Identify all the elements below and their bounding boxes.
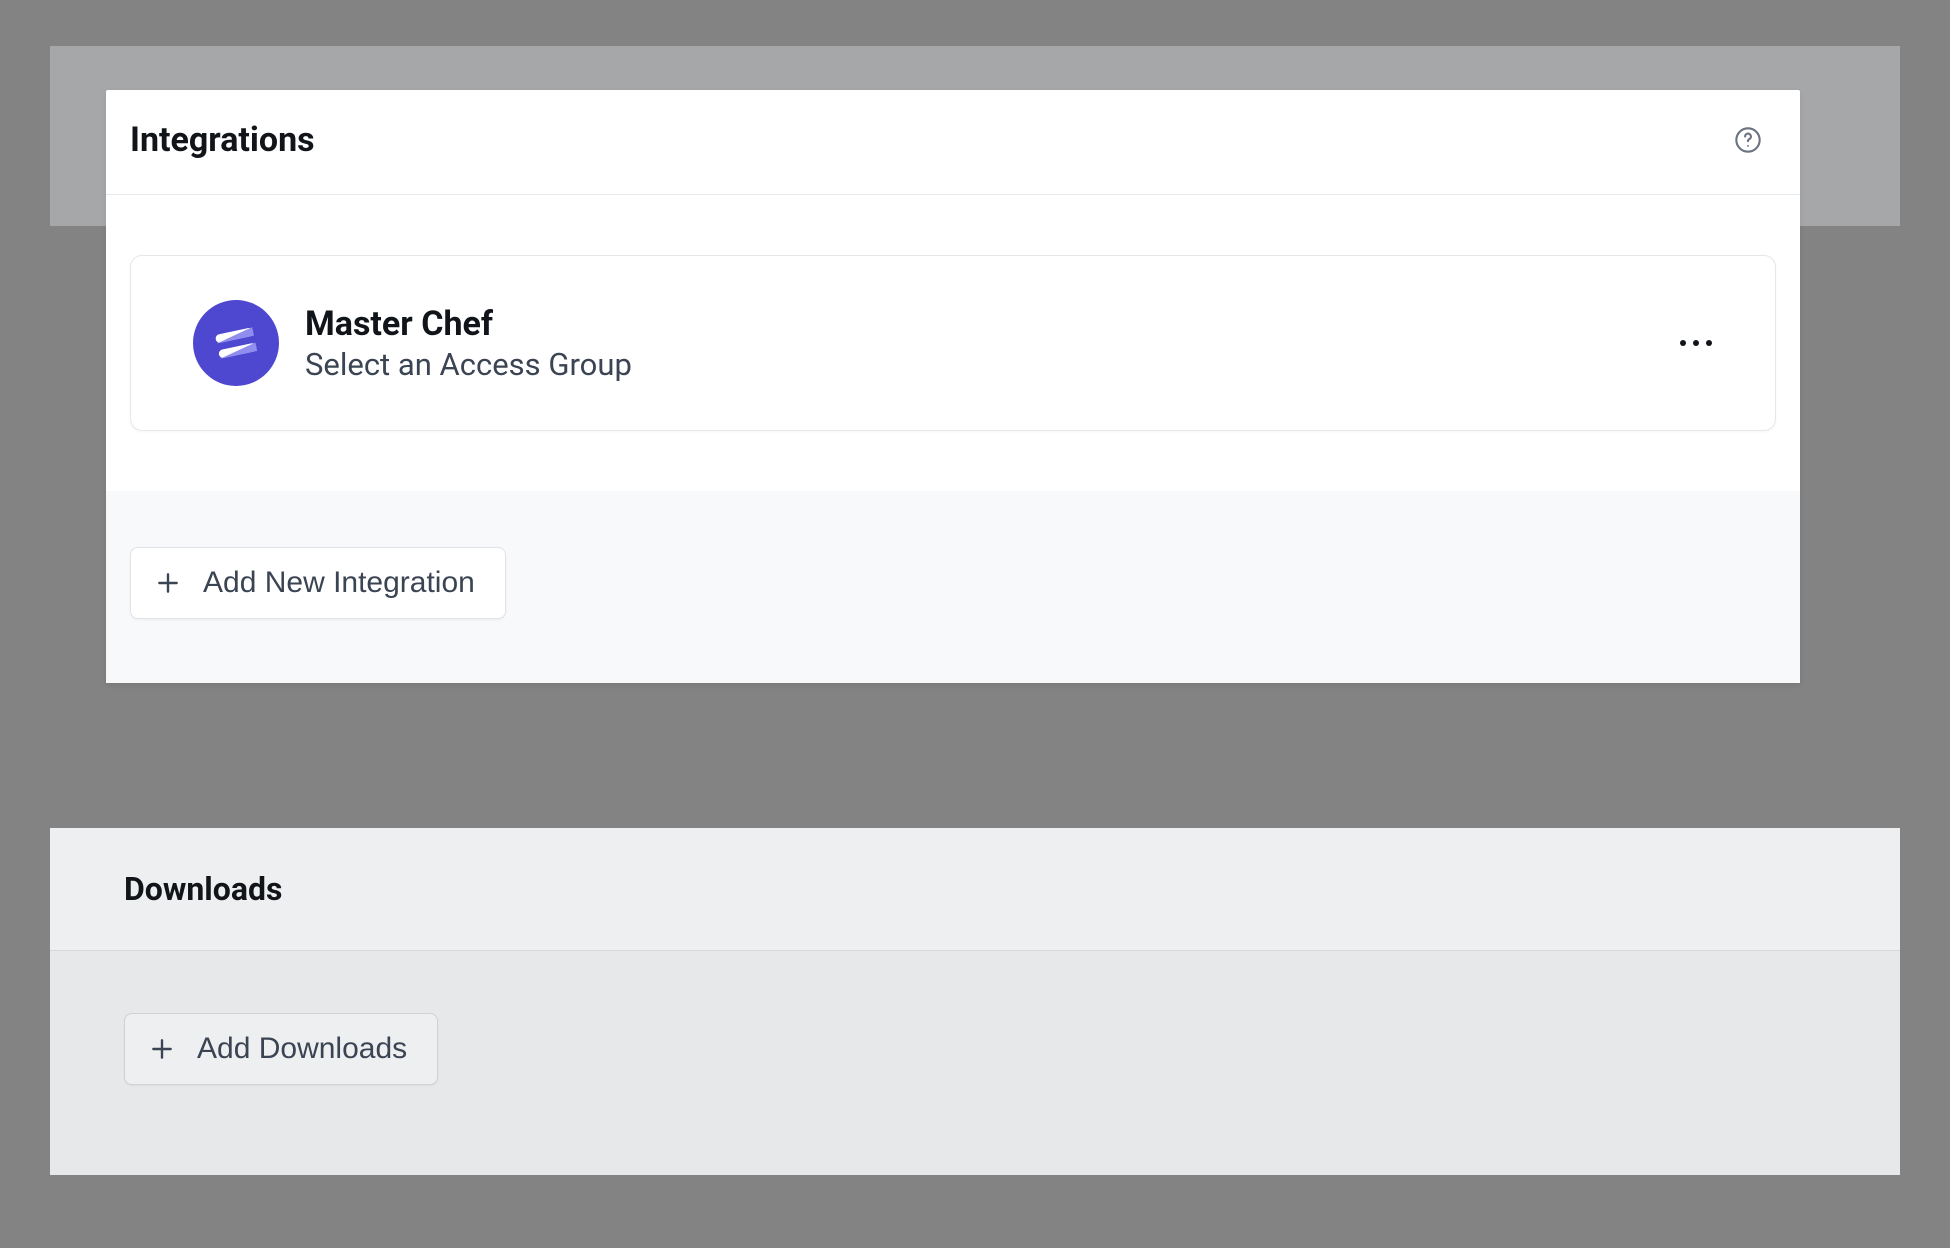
integration-subtitle: Select an Access Group: [305, 346, 632, 383]
downloads-title: Downloads: [124, 870, 1826, 908]
add-downloads-label: Add Downloads: [197, 1032, 407, 1066]
integration-text: Master Chef Select an Access Group: [305, 304, 632, 383]
integrations-body: Master Chef Select an Access Group: [106, 195, 1800, 491]
more-horizontal-icon: [1679, 338, 1713, 348]
plus-icon: [149, 1036, 175, 1062]
downloads-header: Downloads: [50, 828, 1900, 951]
integration-name: Master Chef: [305, 304, 632, 344]
integrations-title: Integrations: [130, 120, 315, 160]
integration-card[interactable]: Master Chef Select an Access Group: [130, 255, 1776, 431]
plus-icon: [155, 570, 181, 596]
downloads-body: Add Downloads: [50, 951, 1900, 1175]
help-icon[interactable]: [1734, 126, 1762, 154]
integration-more-button[interactable]: [1669, 326, 1723, 361]
integrations-header: Integrations: [106, 90, 1800, 195]
downloads-section: Downloads Add Downloads: [50, 828, 1900, 1175]
integrations-panel: Integrations Master: [106, 90, 1800, 683]
add-integration-label: Add New Integration: [203, 566, 475, 600]
add-downloads-button[interactable]: Add Downloads: [124, 1013, 438, 1085]
integration-info: Master Chef Select an Access Group: [193, 300, 632, 386]
integration-logo-icon: [185, 292, 287, 394]
add-integration-button[interactable]: Add New Integration: [130, 547, 506, 619]
integrations-footer: Add New Integration: [106, 491, 1800, 683]
